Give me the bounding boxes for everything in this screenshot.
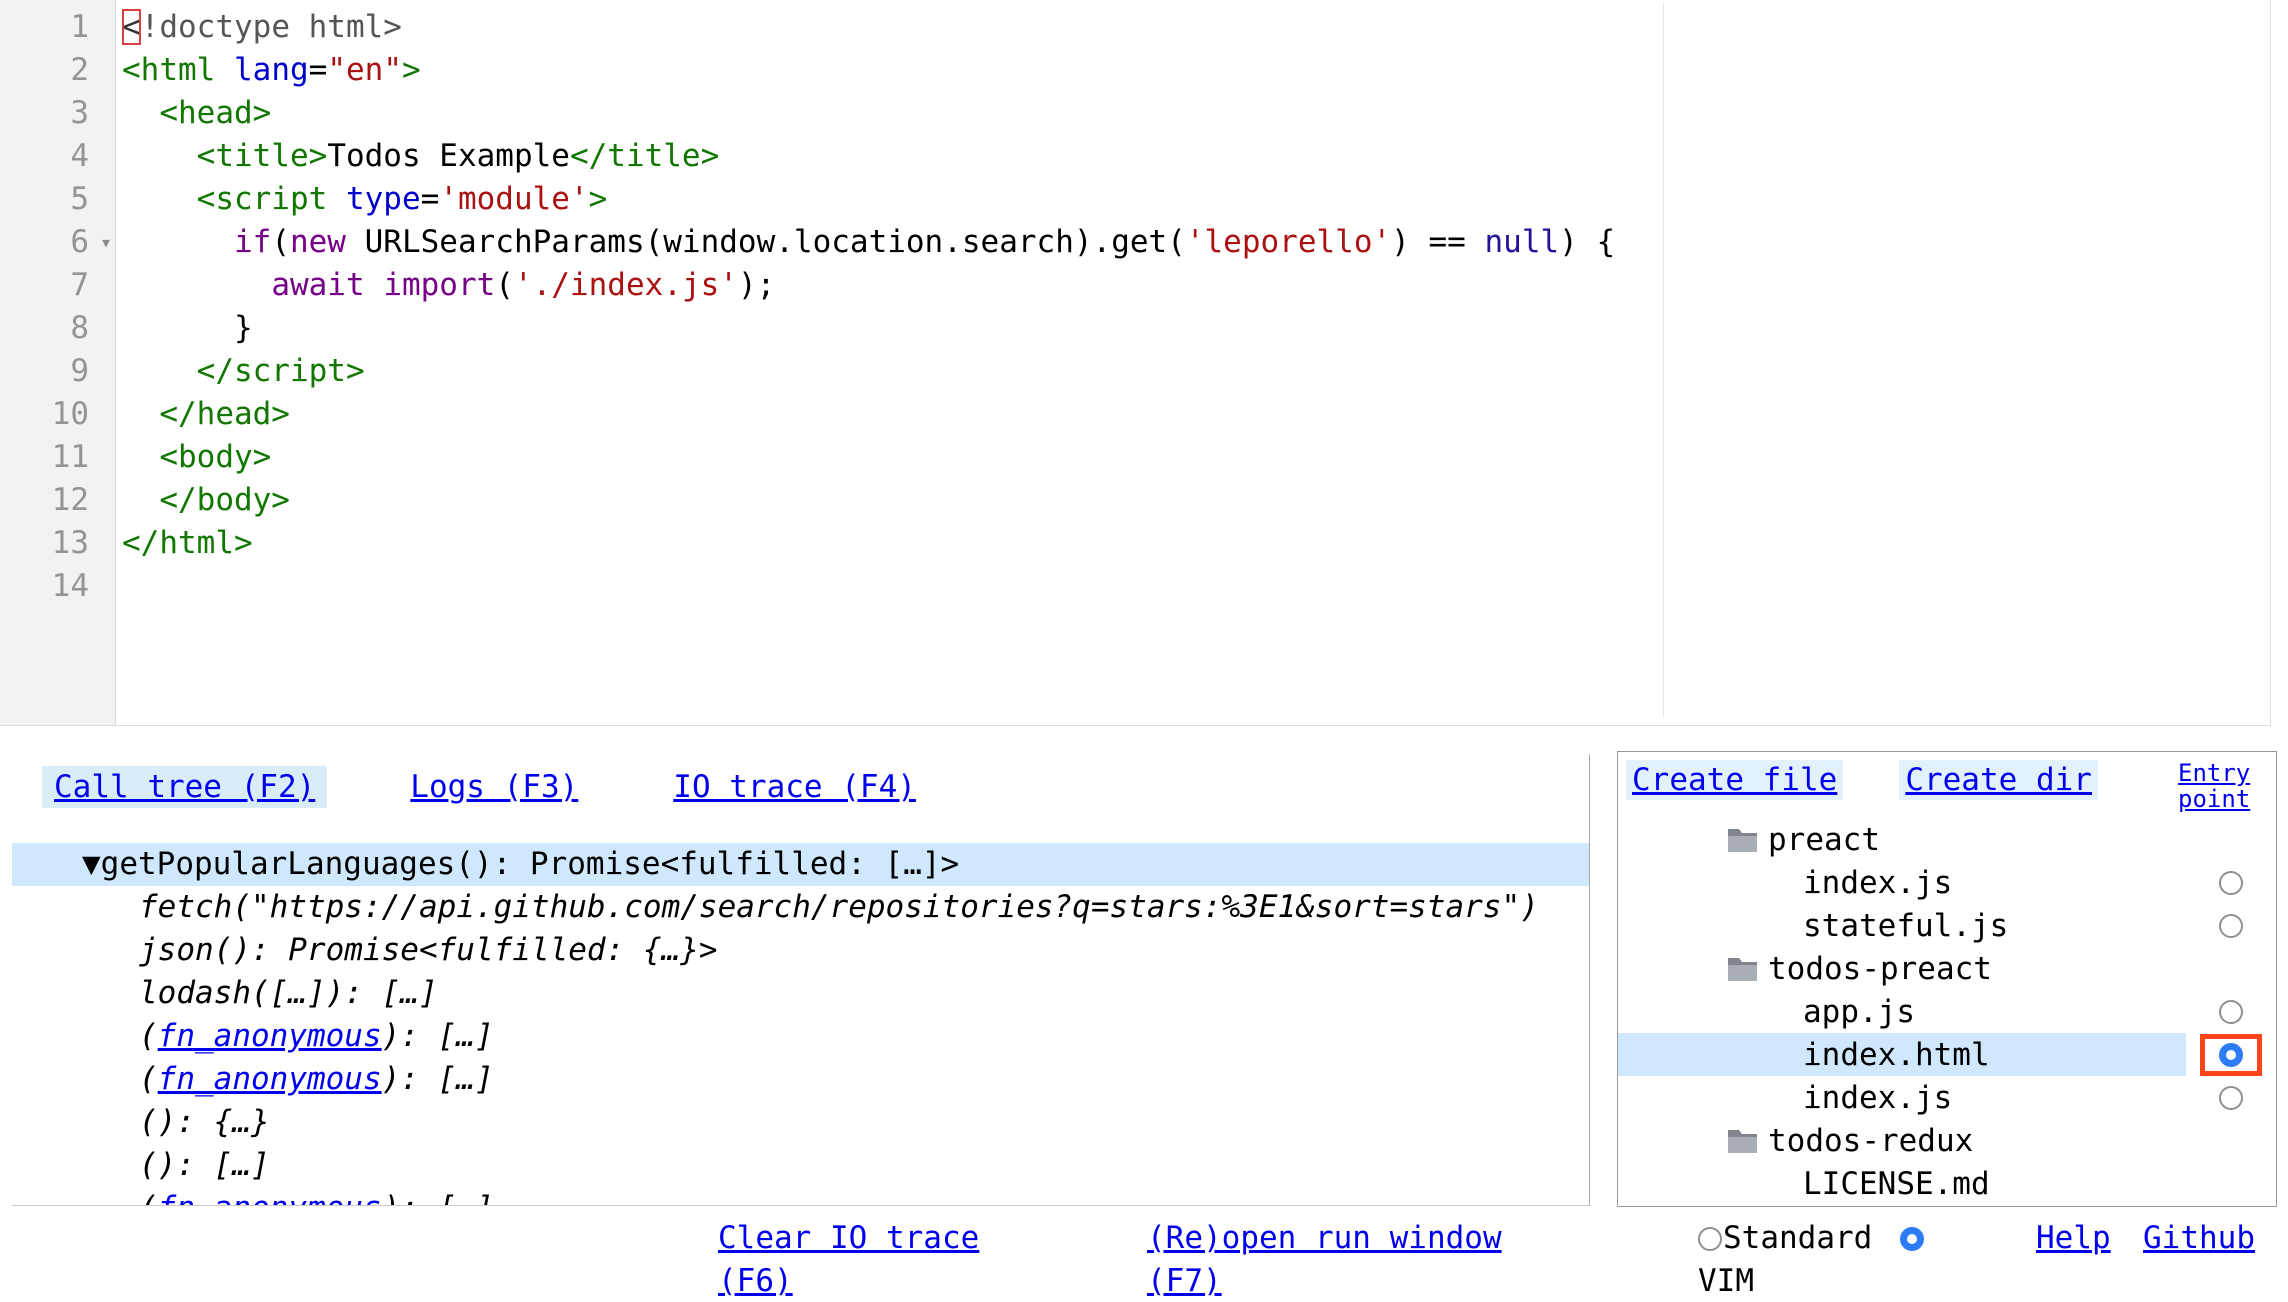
line-number[interactable]: 9 bbox=[0, 350, 115, 393]
github-link[interactable]: Github bbox=[2143, 1217, 2255, 1260]
leporello-app: 123456▾7891011121314 <!doctype html><htm… bbox=[0, 0, 2288, 1302]
code-line[interactable]: if(new URLSearchParams(window.location.s… bbox=[122, 221, 2270, 264]
current-file-path: docs/examples/todos- preact/index.html bbox=[14, 1217, 387, 1302]
file-name: index.html bbox=[1803, 1037, 1990, 1073]
file-name: index.js bbox=[1803, 865, 1952, 901]
line-number[interactable]: 11 bbox=[0, 436, 115, 479]
code-line[interactable]: </head> bbox=[122, 393, 2270, 436]
line-number[interactable]: 14 bbox=[0, 565, 115, 608]
code-line[interactable]: </body> bbox=[122, 479, 2270, 522]
line-number[interactable]: 2 bbox=[0, 49, 115, 92]
folder-icon bbox=[1727, 956, 1758, 982]
keybinding-standard-radio[interactable] bbox=[1698, 1227, 1722, 1251]
file-tree-file-row[interactable]: stateful.js bbox=[1618, 904, 2276, 947]
create-dir-button[interactable]: Create dir bbox=[1899, 760, 2098, 800]
keybinding-vim-label: VIM bbox=[1698, 1260, 1754, 1302]
line-number[interactable]: 10 bbox=[0, 393, 115, 436]
editor-gutter: 123456▾7891011121314 bbox=[0, 0, 116, 725]
file-tree-file-row[interactable]: index.js bbox=[1618, 861, 2276, 904]
call-tree-row[interactable]: json(): Promise<fulfilled: {…}> bbox=[12, 929, 1589, 972]
code-line[interactable] bbox=[122, 565, 2270, 608]
file-name: stateful.js bbox=[1803, 908, 2008, 944]
file-tree-folder-row[interactable]: preact bbox=[1618, 818, 2276, 861]
fold-marker-icon[interactable]: ▾ bbox=[100, 223, 112, 261]
file-name: LICENSE.md bbox=[1803, 1166, 1990, 1202]
entry-point-radio[interactable] bbox=[2219, 1000, 2243, 1024]
folder-name: todos-preact bbox=[1768, 951, 1992, 987]
create-file-button[interactable]: Create file bbox=[1626, 760, 1843, 800]
call-frame-link[interactable]: fn_anonymous bbox=[158, 1018, 382, 1054]
line-number[interactable]: 6▾ bbox=[0, 221, 115, 264]
call-tree-row[interactable]: (): {…} bbox=[12, 1101, 1589, 1144]
filetree-panel: Create file Create dir Entry point preac… bbox=[1617, 751, 2277, 1207]
call-tree-row[interactable]: (): […] bbox=[12, 1144, 1589, 1187]
help-link[interactable]: Help bbox=[2036, 1217, 2111, 1260]
call-tree-row[interactable]: fetch("https://api.github.com/search/rep… bbox=[12, 886, 1589, 929]
line-number[interactable]: 13 bbox=[0, 522, 115, 565]
line-number[interactable]: 4 bbox=[0, 135, 115, 178]
file-tree-folder-row[interactable]: todos-preact bbox=[1618, 947, 2276, 990]
file-tree-file-row[interactable]: index.html bbox=[1618, 1033, 2276, 1076]
folder-name: preact bbox=[1768, 822, 1880, 858]
line-number[interactable]: 3 bbox=[0, 92, 115, 135]
entry-point-radio[interactable] bbox=[2219, 871, 2243, 895]
line-number[interactable]: 5 bbox=[0, 178, 115, 221]
tab-logs[interactable]: Logs (F3) bbox=[398, 766, 590, 808]
code-line[interactable]: <!doctype html> bbox=[122, 6, 2270, 49]
entry-point-radio[interactable] bbox=[2219, 914, 2243, 938]
line-number[interactable]: 8 bbox=[0, 307, 115, 350]
code-line[interactable]: <html lang="en"> bbox=[122, 49, 2270, 92]
code-line[interactable]: <head> bbox=[122, 92, 2270, 135]
code-line[interactable]: </html> bbox=[122, 522, 2270, 565]
file-name: index.js bbox=[1803, 1080, 1952, 1116]
keybindings-group: Standard VIM bbox=[1698, 1217, 1925, 1302]
filetree-header: Create file Create dir Entry point bbox=[1618, 752, 2276, 812]
entry-point-radio[interactable] bbox=[2219, 1086, 2243, 1110]
reopen-run-window-button[interactable]: (Re)open run window (F7) bbox=[1147, 1217, 1502, 1302]
code-line[interactable]: </script> bbox=[122, 350, 2270, 393]
line-number[interactable]: 1 bbox=[0, 6, 115, 49]
calltree-panel: Call tree (F2) Logs (F3) IO trace (F4) ▼ge… bbox=[12, 754, 1590, 1206]
panel-tabs: Call tree (F2) Logs (F3) IO trace (F4) bbox=[12, 766, 1589, 808]
code-editor[interactable]: 123456▾7891011121314 <!doctype html><htm… bbox=[0, 0, 2271, 726]
call-frame-link[interactable]: fn_anonymous bbox=[158, 1061, 382, 1097]
file-tree-file-row[interactable]: index.js bbox=[1618, 1076, 2276, 1119]
tab-call-tree[interactable]: Call tree (F2) bbox=[42, 766, 327, 808]
file-tree-file-row[interactable]: LICENSE.md bbox=[1618, 1162, 2276, 1205]
call-tree-row[interactable]: (fn_anonymous): […] bbox=[12, 1187, 1589, 1206]
code-line[interactable]: } bbox=[122, 307, 2270, 350]
file-name: app.js bbox=[1803, 994, 1915, 1030]
file-tree-file-row[interactable]: app.js bbox=[1618, 990, 2276, 1033]
clear-io-trace-button[interactable]: Clear IO trace (F6) bbox=[718, 1217, 979, 1302]
status-bar: docs/examples/todos- preact/index.html C… bbox=[0, 1211, 2288, 1302]
keybinding-standard-label: Standard bbox=[1723, 1217, 1872, 1260]
code-line[interactable]: await import('./index.js'); bbox=[122, 264, 2270, 307]
line-number[interactable]: 12 bbox=[0, 479, 115, 522]
entry-point-header: Entry point bbox=[2178, 760, 2266, 812]
keybinding-vim-radio[interactable] bbox=[1900, 1227, 1924, 1251]
call-tree-row[interactable]: ▼getPopularLanguages(): Promise<fulfille… bbox=[12, 843, 1589, 886]
call-tree-row[interactable]: (fn_anonymous): […] bbox=[12, 1015, 1589, 1058]
code-line[interactable]: <title>Todos Example</title> bbox=[122, 135, 2270, 178]
code-line[interactable]: <script type='module'> bbox=[122, 178, 2270, 221]
call-tree-row[interactable]: lodash([…]): […] bbox=[12, 972, 1589, 1015]
folder-name: todos-redux bbox=[1768, 1123, 1973, 1159]
folder-icon bbox=[1727, 827, 1758, 853]
call-tree-row[interactable]: (fn_anonymous): […] bbox=[12, 1058, 1589, 1101]
file-tree: preact index.js stateful.js todos-preact app… bbox=[1618, 818, 2276, 1205]
column-80-ruler bbox=[1663, 4, 1664, 717]
file-tree-folder-row[interactable]: todos-redux bbox=[1618, 1119, 2276, 1162]
call-tree: ▼getPopularLanguages(): Promise<fulfille… bbox=[12, 843, 1589, 1206]
entry-point-highlight-box bbox=[2200, 1034, 2262, 1076]
folder-icon bbox=[1727, 1128, 1758, 1154]
call-frame-link[interactable]: fn_anonymous bbox=[158, 1190, 382, 1206]
line-number[interactable]: 7 bbox=[0, 264, 115, 307]
code-line[interactable]: <body> bbox=[122, 436, 2270, 479]
editor-code-lines[interactable]: <!doctype html><html lang="en"> <head> <… bbox=[116, 0, 2270, 725]
tab-io-trace[interactable]: IO trace (F4) bbox=[661, 766, 928, 808]
entry-point-radio[interactable] bbox=[2219, 1043, 2243, 1067]
